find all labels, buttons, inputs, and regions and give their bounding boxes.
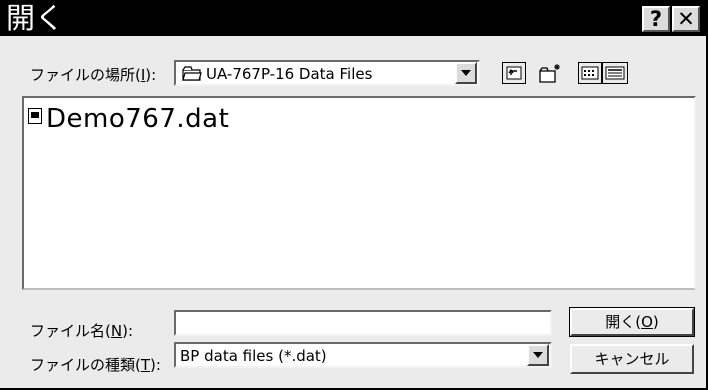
location-label: ファイルの場所(I): — [30, 66, 157, 84]
details-view-icon — [605, 66, 625, 80]
location-combobox[interactable]: UA-767P-16 Data Files — [174, 60, 480, 86]
new-folder-button[interactable] — [538, 62, 562, 84]
cancel-button[interactable]: キャンセル — [570, 344, 694, 374]
filetype-label: ファイルの種類(T): — [30, 356, 161, 374]
open-button-end: ) — [652, 313, 659, 331]
location-dropdown-button[interactable] — [455, 62, 477, 84]
cancel-button-label: キャンセル — [594, 350, 670, 368]
file-icon — [28, 108, 42, 124]
help-icon: ? — [649, 7, 663, 31]
location-value: UA-767P-16 Data Files — [206, 65, 373, 83]
filetype-combobox[interactable]: BP data files (*.dat) — [174, 342, 552, 368]
up-one-level-icon — [506, 66, 522, 80]
open-button[interactable]: 開く(O) — [569, 307, 695, 337]
open-button-label: 開く( — [605, 313, 642, 331]
up-one-level-button[interactable] — [502, 62, 526, 84]
title-bar[interactable]: 開く ? ✕ — [0, 0, 706, 36]
filename-input[interactable] — [174, 310, 552, 336]
close-icon: ✕ — [677, 7, 695, 31]
filetype-value: BP data files (*.dat) — [180, 347, 327, 365]
open-button-key: O — [641, 313, 653, 331]
close-button[interactable]: ✕ — [672, 6, 700, 32]
new-folder-icon — [539, 64, 560, 83]
details-view-button[interactable] — [602, 62, 628, 84]
list-view-button[interactable] — [578, 62, 602, 84]
open-file-dialog: 開く ? ✕ ファイルの場所(I): UA-767P-16 Data Files — [0, 0, 708, 390]
help-button[interactable]: ? — [642, 6, 670, 32]
file-name: Demo767.dat — [46, 104, 230, 134]
dialog-title: 開く — [6, 1, 65, 35]
filetype-dropdown-button[interactable] — [527, 344, 549, 366]
filename-label: ファイル名(N): — [30, 322, 133, 340]
folder-icon — [182, 66, 202, 81]
file-list[interactable]: Demo767.dat — [22, 96, 696, 290]
list-view-icon — [581, 66, 599, 80]
